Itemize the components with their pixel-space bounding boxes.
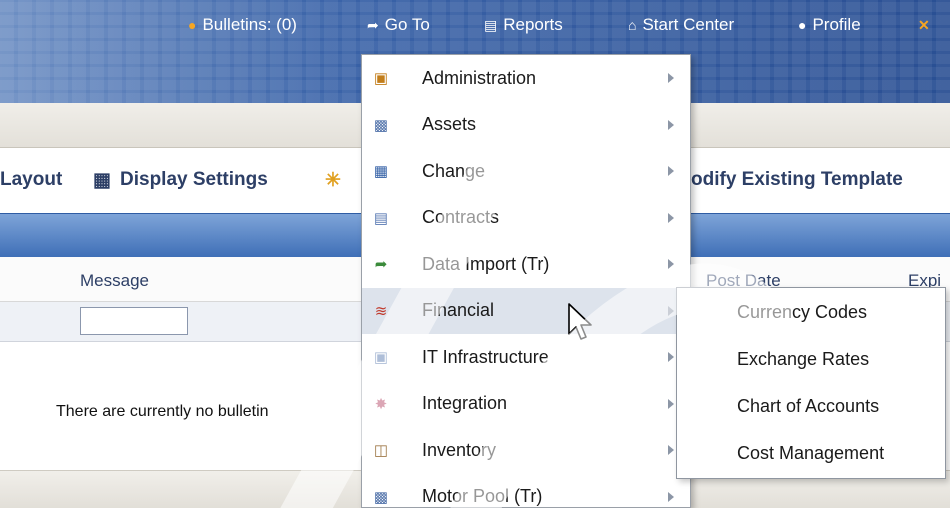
submenu-arrow-icon — [668, 445, 674, 456]
menu-item-assets[interactable]: ▩ Assets — [362, 102, 690, 149]
empty-table-message: There are currently no bulletin — [56, 403, 269, 420]
profile-link[interactable]: ● Profile — [798, 12, 861, 38]
data-import-icon: ➦ — [374, 256, 388, 274]
bulletin-alert-icon: ● — [188, 17, 197, 33]
financial-icon: ≋ — [374, 302, 388, 320]
administration-icon: ▣ — [373, 70, 389, 88]
submenu-arrow-icon — [668, 352, 674, 363]
start-center-link[interactable]: ⌂ Start Center — [628, 12, 734, 38]
submenu-arrow-icon — [668, 398, 674, 409]
goto-arrow-icon: ➦ — [367, 16, 379, 33]
submenu-item-chart-of-accounts[interactable]: Chart of Accounts — [737, 396, 879, 417]
goto-label: Go To — [384, 15, 430, 34]
new-template-icon[interactable]: ✳ — [325, 169, 341, 192]
reports-chart-icon: ▤ — [484, 16, 498, 33]
submenu-item-exchange-rates[interactable]: Exchange Rates — [737, 349, 869, 370]
display-settings-icon: ▦ — [93, 170, 111, 191]
submenu-arrow-icon — [668, 73, 674, 84]
menu-item-administration[interactable]: ▣ Administration — [362, 55, 690, 102]
menu-item-it-infrastructure[interactable]: ▣ IT Infrastructure — [362, 334, 690, 381]
menu-item-integration[interactable]: ✸ Integration — [362, 381, 690, 428]
submenu-arrow-icon — [668, 491, 674, 502]
change-icon: ▦ — [373, 163, 389, 181]
financial-submenu: Currency Codes Exchange Rates Chart of A… — [676, 287, 946, 479]
signout-link[interactable]: ✕ — [918, 12, 936, 38]
menu-item-inventory[interactable]: ◫ Inventory — [362, 427, 690, 474]
goto-dropdown-menu: ▣ Administration ▩ Assets ▦ Change ▤ Con… — [361, 54, 691, 508]
start-center-label: Start Center — [642, 15, 735, 34]
menu-item-financial[interactable]: ≋ Financial — [362, 287, 690, 334]
submenu-arrow-icon — [668, 305, 674, 316]
modify-template-button[interactable]: odify Existing Template — [691, 169, 903, 191]
reports-link[interactable]: ▤ Reports — [484, 12, 563, 38]
close-x-icon: ✕ — [918, 16, 930, 33]
menu-item-motor-pool[interactable]: ▩ Motor Pool (Tr) — [362, 474, 690, 508]
column-message[interactable]: Message — [80, 271, 149, 291]
menu-item-change[interactable]: ▦ Change — [362, 148, 690, 195]
contracts-icon: ▤ — [373, 209, 389, 227]
submenu-arrow-icon — [668, 259, 674, 270]
inventory-icon: ◫ — [373, 442, 389, 460]
user-icon: ● — [798, 17, 807, 33]
message-filter-input[interactable] — [80, 307, 188, 335]
display-settings-button[interactable]: Display Settings — [120, 169, 268, 191]
profile-label: Profile — [812, 15, 861, 34]
goto-menu-button[interactable]: ➦ Go To — [367, 12, 430, 38]
submenu-item-cost-management[interactable]: Cost Management — [737, 443, 884, 464]
reports-label: Reports — [503, 15, 563, 34]
menu-item-data-import[interactable]: ➦ Data Import (Tr) — [362, 241, 690, 288]
submenu-arrow-icon — [668, 166, 674, 177]
it-infrastructure-icon: ▣ — [373, 349, 389, 367]
submenu-arrow-icon — [668, 212, 674, 223]
submenu-item-currency-codes[interactable]: Currency Codes — [737, 302, 867, 323]
mouse-cursor-icon — [568, 303, 592, 340]
layout-button[interactable]: Layout — [0, 169, 62, 191]
bulletins-label: Bulletins: (0) — [202, 15, 297, 34]
assets-icon: ▩ — [373, 116, 389, 134]
home-icon: ⌂ — [628, 17, 637, 33]
submenu-arrow-icon — [668, 119, 674, 130]
bulletins-link[interactable]: ● Bulletins: (0) — [188, 12, 297, 38]
integration-icon: ✸ — [374, 395, 388, 413]
menu-item-contracts[interactable]: ▤ Contracts — [362, 195, 690, 242]
motor-pool-icon: ▩ — [373, 488, 389, 506]
